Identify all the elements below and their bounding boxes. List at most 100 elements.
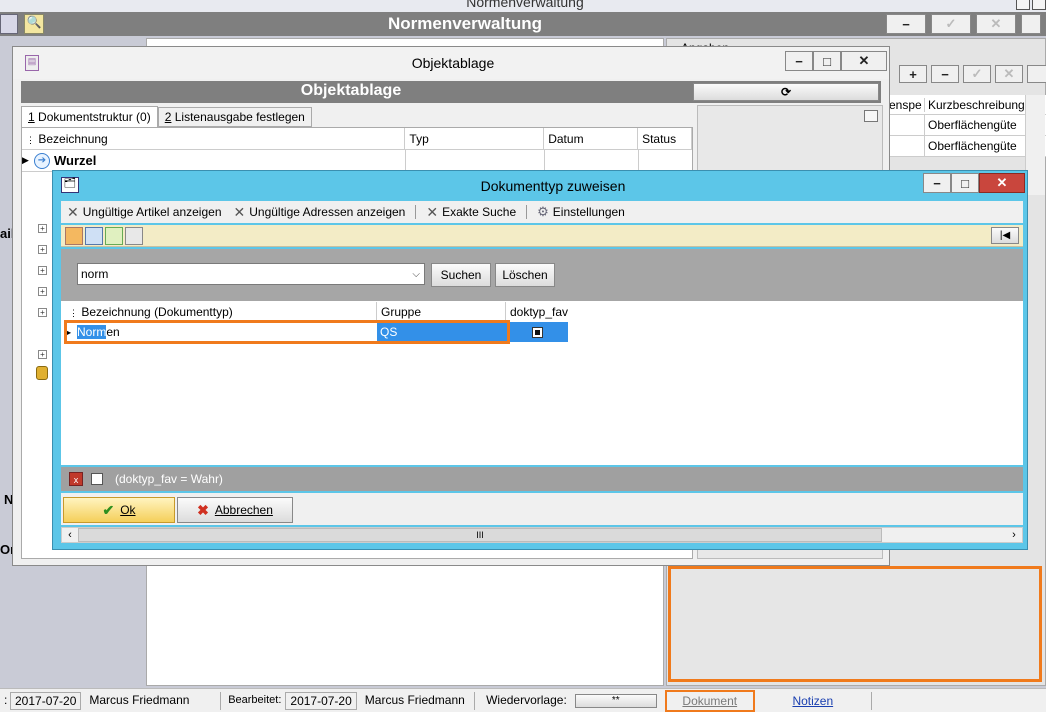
chevron-down-icon[interactable]: ⌵ (412, 269, 424, 280)
objektablage-window-controls: − □ ✕ (785, 51, 887, 71)
filter-enable-checkbox[interactable] (91, 473, 103, 485)
tree-expander[interactable]: + (38, 224, 47, 233)
clear-filter-icon[interactable]: x (69, 472, 83, 486)
table-row[interactable]: Oberflächengüte (887, 135, 1046, 157)
restore-icon[interactable] (864, 110, 878, 122)
tab-document[interactable]: Dokument (664, 689, 755, 712)
db-icon (36, 366, 48, 380)
invalid-addresses-toggle[interactable]: ✕ Ungültige Adressen anzeigen (228, 204, 412, 221)
bg-right-scroll[interactable] (1025, 95, 1045, 195)
exact-search-toggle[interactable]: ✕ Exakte Suche (420, 204, 522, 221)
col-header-typ[interactable]: Typ (405, 127, 545, 150)
bg-extra-button[interactable] (1021, 14, 1041, 34)
tab-listenausgabe[interactable]: 2 Listenausgabe festlegen (157, 107, 312, 127)
close-button[interactable]: ✕ (979, 173, 1025, 193)
bg-row-text: Oberflächengüte (928, 139, 1017, 153)
resubmit-label: Wiedervorlage: (486, 692, 567, 707)
tab-notes[interactable]: Notizen (785, 694, 841, 708)
tree-root-label: Wurzel (50, 149, 406, 172)
status-bar: : 2017-07-20 Marcus Friedmann Bearbeitet… (0, 688, 1046, 712)
bg-header-buttons: − ✓ ✕ (886, 14, 1041, 34)
col-header-dokumenttyp[interactable]: ⋮ Bezeichnung (Dokumenttyp) (65, 302, 377, 322)
scroll-right-icon[interactable]: › (1006, 529, 1022, 541)
refresh-button[interactable]: ⟳ (693, 83, 879, 101)
settings-button[interactable]: ⚙ Einstellungen (531, 204, 631, 220)
table-row[interactable]: Oberflächengüte (887, 114, 1046, 136)
tree-expander[interactable]: + (38, 350, 47, 359)
dialog-title: Dokumenttyp zuweisen (480, 178, 626, 194)
filter-icon[interactable] (105, 227, 123, 245)
minimize-button[interactable]: − (785, 51, 813, 71)
fav-checkbox[interactable] (531, 326, 543, 338)
tree-expander[interactable]: + (38, 308, 47, 317)
scroll-left-icon[interactable]: ‹ (62, 529, 78, 541)
clear-button[interactable]: Löschen (495, 263, 555, 287)
maximize-button[interactable]: □ (951, 173, 979, 193)
bg-header-title: Normenverwaltung (388, 14, 542, 33)
col-header-status[interactable]: Status (638, 127, 692, 150)
tree-expander[interactable]: + (38, 245, 47, 254)
invalid-articles-toggle[interactable]: ✕ Ungültige Artikel anzeigen (61, 204, 228, 221)
bg-col-kurz: Kurzbeschreibung (928, 97, 1025, 112)
tab-dokumentstruktur[interactable]: 1 Dokumentstruktur (0) (21, 106, 158, 128)
dialog-toolbar: ✕ Ungültige Artikel anzeigen ✕ Ungültige A… (61, 201, 1023, 223)
col-header-gruppe[interactable]: Gruppe (377, 302, 506, 322)
collapse-panel-button[interactable]: |◀ (991, 227, 1019, 244)
bg-col-spe: enspe (887, 97, 925, 112)
x-icon: ✕ (426, 203, 439, 220)
columns-icon[interactable] (85, 227, 103, 245)
bg-remove-button[interactable]: − (931, 65, 959, 83)
objektablage-tabs: 1 Dokumentstruktur (0) 2 Listenausgabe f… (21, 106, 312, 128)
ok-button[interactable]: ✔ Ok (63, 497, 175, 523)
col-header-datum[interactable]: Datum (544, 127, 639, 150)
search-input[interactable]: norm ⌵ (77, 263, 425, 285)
created-date: 2017-07-20 (10, 691, 82, 710)
bg-doc-icon[interactable] (0, 14, 18, 34)
search-input-value: norm (81, 267, 109, 281)
toolbar-separator (526, 205, 528, 219)
close-button[interactable]: ✕ (841, 51, 887, 71)
col-header-bezeichnung[interactable]: ⋮ Bezeichnung (22, 127, 406, 150)
bg-header-bar: 🔍 Normenverwaltung − ✓ ✕ (0, 12, 1046, 36)
gear-icon: ⚙ (537, 204, 549, 219)
highlighted-empty-area (668, 566, 1042, 682)
minimize-button[interactable]: − (923, 173, 951, 193)
results-grid: ⋮ Bezeichnung (Dokumenttyp) Gruppe dokty… (61, 301, 1023, 465)
bg-check-button[interactable]: ✓ (931, 14, 971, 34)
search-button[interactable]: Suchen (431, 263, 491, 287)
bg-search-icon[interactable]: 🔍 (24, 14, 44, 34)
row-fav-cell (506, 322, 568, 342)
bg-right-cancel-button[interactable]: ✕ (995, 65, 1023, 83)
objektablage-header: Objektablage ⟳ (21, 81, 881, 103)
cancel-button[interactable]: ✖ Abbrechen (177, 497, 293, 523)
resubmit-field[interactable]: ** (574, 693, 657, 708)
tree-expander[interactable]: + (38, 266, 47, 275)
bg-right-extra-button[interactable] (1027, 65, 1046, 83)
dokumenttyp-dialog: 🗂 Dokumenttyp zuweisen − □ ✕ ✕ Ungültige … (52, 170, 1028, 550)
bg-title-bar: Normenverwaltung (0, 0, 1046, 12)
bg-right-check-button[interactable]: ✓ (963, 65, 991, 83)
refresh-icon: ⟳ (780, 85, 792, 99)
view-icon[interactable] (125, 227, 143, 245)
x-icon: ✕ (67, 203, 79, 220)
bg-row-text: Oberflächengüte (928, 118, 1017, 132)
tree-header: ⋮ Bezeichnung Typ Datum Status (22, 127, 692, 150)
edited-label: Bearbeitet: (228, 693, 282, 706)
horizontal-scrollbar[interactable]: ‹ III › (61, 527, 1023, 543)
scroll-thumb[interactable]: III (78, 528, 882, 542)
tree-expander[interactable]: + (38, 287, 47, 296)
bg-cancel-button[interactable]: ✕ (976, 14, 1016, 34)
maximize-button[interactable]: □ (813, 51, 841, 71)
table-view-icon[interactable] (65, 227, 83, 245)
dialog-icon-row: |◀ (61, 225, 1023, 247)
toolbar-separator (415, 205, 417, 219)
tree-root-row[interactable]: ▶ ➔ Wurzel (22, 149, 692, 172)
x-icon: ✕ (233, 203, 246, 220)
bg-add-button[interactable]: + (899, 65, 927, 83)
col-header-doktyp-fav[interactable]: doktyp_fav (506, 302, 568, 322)
bg-minus-button[interactable]: − (886, 14, 926, 34)
edited-user: Marcus Friedmann (361, 691, 475, 710)
check-icon: ✔ (102, 501, 115, 518)
row-highlight-box (64, 320, 510, 344)
bg-right-table: enspe Kurzbeschreibung Oberflächengüte O… (887, 95, 1046, 157)
